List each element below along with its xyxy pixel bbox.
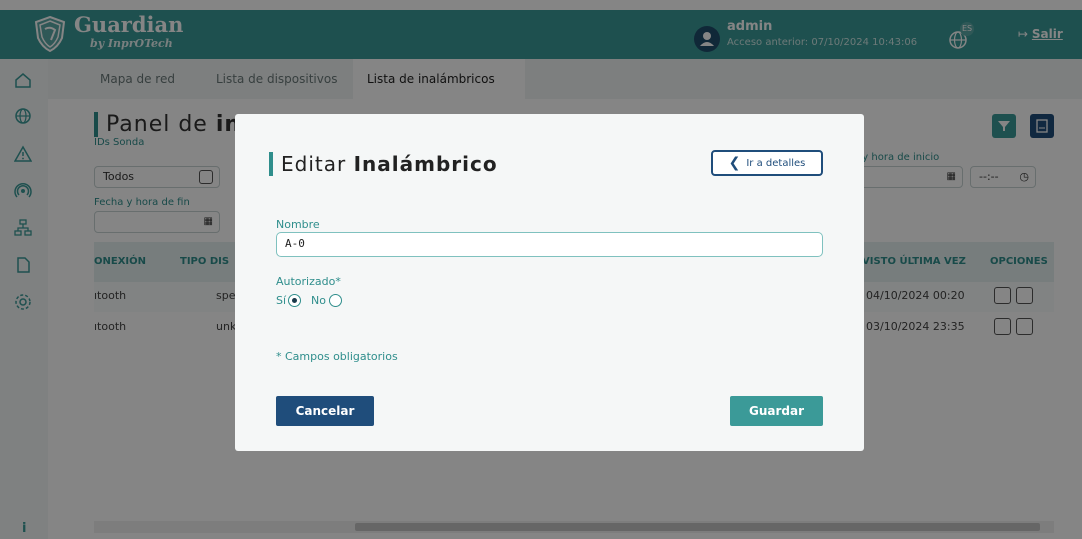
radio-no-label[interactable]: No [311,294,326,307]
name-input-value: A-0 [285,237,305,250]
chevron-left-icon: ❮ [728,155,741,171]
save-button[interactable]: Guardar [730,396,823,426]
modal-title-bold: Inalámbrico [353,152,498,176]
authorized-label: Autorizado* [276,275,341,288]
radio-yes-label[interactable]: Sí [276,294,286,307]
required-fields-note: * Campos obligatorios [276,350,398,363]
cancel-button[interactable]: Cancelar [276,396,374,426]
name-label: Nombre [276,218,320,231]
name-input[interactable]: A-0 [276,232,823,257]
modal-title-prefix: Editar [281,152,354,176]
radio-yes[interactable] [288,294,301,307]
go-to-details-button[interactable]: ❮ Ir a detalles [711,150,823,176]
radio-no[interactable] [329,294,342,307]
go-to-details-label: Ir a detalles [746,157,806,169]
modal-title: Editar Inalámbrico [269,152,498,176]
